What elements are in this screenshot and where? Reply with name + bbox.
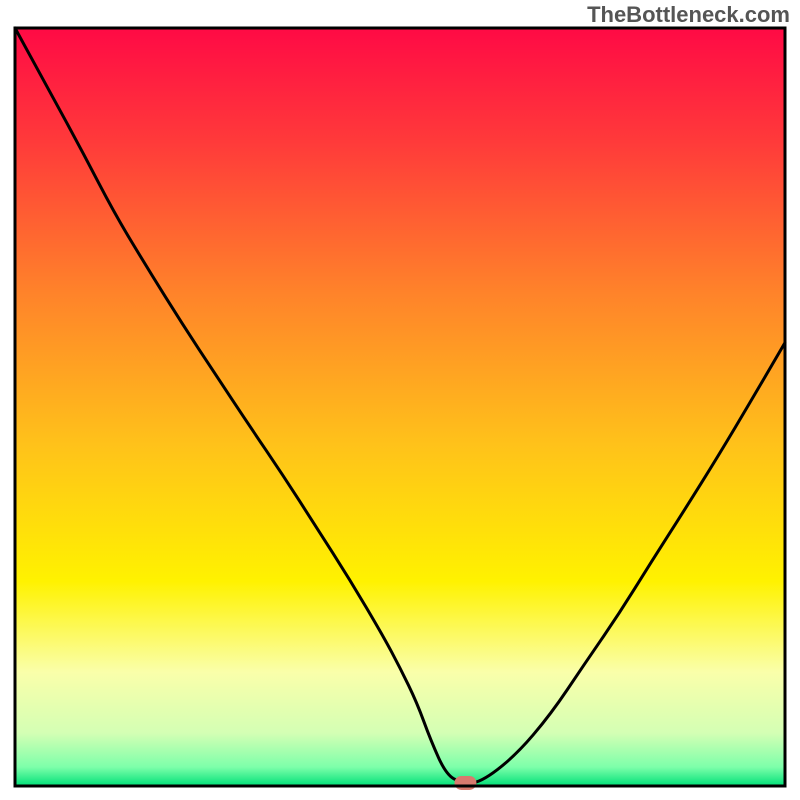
bottleneck-chart: TheBottleneck.com: [0, 0, 800, 800]
chart-canvas: [0, 0, 800, 800]
optimal-marker: [454, 776, 476, 790]
plot-background: [15, 28, 785, 786]
